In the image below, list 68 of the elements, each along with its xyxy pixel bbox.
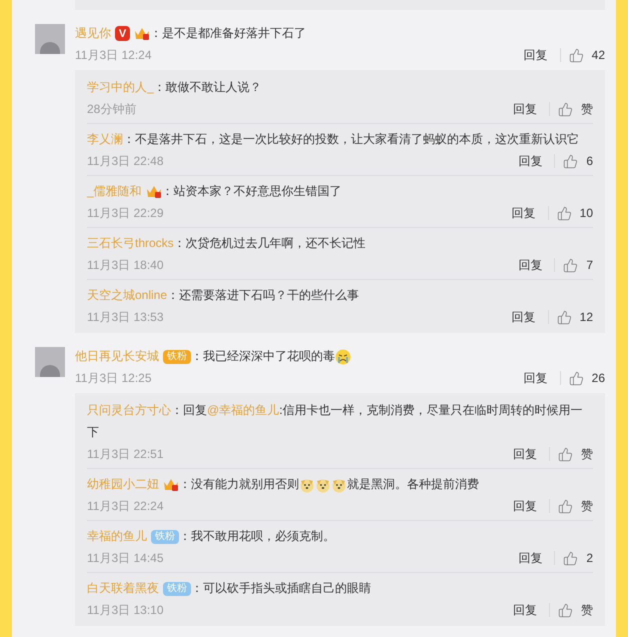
like-button[interactable]: 7 bbox=[563, 256, 593, 274]
crying-emoji-icon bbox=[335, 348, 351, 365]
comment-text: 遇见你 V ：是不是都准备好落井下石了 bbox=[75, 25, 307, 44]
like-button[interactable]: 26 bbox=[568, 369, 605, 387]
thumbs-up-icon bbox=[558, 602, 573, 618]
dog-emoji-icon bbox=[331, 476, 347, 493]
thumbs-up-icon bbox=[558, 446, 573, 462]
crown-icon bbox=[163, 477, 179, 492]
timestamp: 11月3日 14:45 bbox=[87, 550, 164, 567]
comment-text: 幼稚园小二妞 ：没有能力就别用否则 就是黑洞。各种提前消费 bbox=[87, 476, 480, 495]
reply-button[interactable]: 回复 bbox=[509, 497, 541, 515]
timestamp: 11月3日 22:29 bbox=[87, 205, 164, 222]
fan-badge: 铁粉 bbox=[163, 350, 191, 364]
timestamp: 11月3日 12:25 bbox=[75, 370, 152, 387]
reply-button[interactable]: 回复 bbox=[508, 308, 540, 326]
thumbs-up-icon bbox=[568, 48, 584, 62]
comment-text: 学习中的人_：敢做不敢让人说？ bbox=[87, 79, 263, 96]
timestamp: 11月3日 22:51 bbox=[87, 446, 164, 463]
crown-icon bbox=[134, 26, 150, 42]
thumbs-up-icon bbox=[556, 310, 572, 324]
verified-badge: V bbox=[115, 26, 130, 42]
timestamp: 11月3日 22:24 bbox=[87, 498, 164, 515]
timestamp: 11月3日 13:10 bbox=[87, 602, 164, 619]
reply-button[interactable]: 回复 bbox=[514, 256, 546, 274]
thumbs-up-icon bbox=[563, 258, 578, 272]
like-button[interactable]: 12 bbox=[556, 308, 593, 326]
comment-text: 只问灵台方寸心：回复@幸福的鱼儿:信用卡也一样，克制消费，尽量只在临时周转的时候用一下 bbox=[87, 402, 584, 441]
thumbs-up-icon bbox=[563, 154, 578, 168]
reply-button[interactable]: 回复 bbox=[509, 100, 541, 118]
timestamp: 11月3日 12:24 bbox=[75, 47, 152, 64]
user-avatar bbox=[35, 347, 65, 377]
timestamp: 28分钟前 bbox=[87, 101, 136, 118]
thumbs-up-icon bbox=[568, 370, 584, 386]
dog-emoji-icon bbox=[299, 476, 315, 493]
timestamp: 11月3日 13:53 bbox=[87, 309, 164, 326]
comment-text: 三石长弓throcks：次贷危机过去几年啊，还不长记性 bbox=[87, 235, 367, 252]
like-button[interactable]: 赞 bbox=[558, 445, 593, 463]
user-avatar bbox=[35, 24, 65, 54]
crown-icon bbox=[146, 184, 162, 200]
thumbs-up-icon bbox=[558, 102, 573, 116]
reply-button[interactable]: 回复 bbox=[520, 369, 552, 387]
timestamp: 11月3日 18:40 bbox=[87, 257, 164, 274]
like-button[interactable]: 10 bbox=[556, 204, 593, 222]
dog-emoji-icon bbox=[315, 476, 331, 493]
like-button[interactable]: 赞 bbox=[558, 100, 593, 118]
thumbs-up-icon bbox=[556, 206, 572, 220]
reply-button[interactable]: 回复 bbox=[514, 549, 546, 567]
like-button[interactable]: 赞 bbox=[558, 601, 593, 619]
comment-text: 他日再见长安城 铁粉 ：我已经深深中了花呗的毒 bbox=[75, 345, 605, 367]
reply-button[interactable]: 回复 bbox=[508, 204, 540, 222]
timestamp: 11月3日 22:48 bbox=[87, 153, 164, 170]
like-button[interactable]: 6 bbox=[563, 152, 593, 170]
comment-text: 李乂澜：不是落井下石，这是一次比较好的投数，让大家看清了蚂蚁的本质，这次重新认识它 bbox=[87, 131, 580, 148]
like-button[interactable]: 42 bbox=[568, 46, 605, 64]
comment-text: 幸福的鱼儿 铁粉 ：我不敢用花呗，必须克制。 bbox=[87, 528, 336, 546]
reply-button[interactable]: 回复 bbox=[509, 601, 541, 619]
comment-text: 白天联着黑夜 铁粉 ：可以砍手指头或插瞎自己的眼睛 bbox=[87, 580, 372, 598]
thumbs-up-icon bbox=[558, 498, 573, 514]
like-button[interactable]: 2 bbox=[563, 549, 593, 567]
like-button[interactable]: 赞 bbox=[558, 497, 593, 515]
reply-button[interactable]: 回复 bbox=[514, 152, 546, 170]
fan-badge: 铁粉 bbox=[163, 582, 191, 596]
thumbs-up-icon bbox=[563, 550, 578, 566]
comment-text: 天空之城online：还需要落进下石吗？干的些什么事 bbox=[87, 287, 360, 304]
comment-text: _儒雅随和 ：站资本家？不好意思你生错国了 bbox=[87, 183, 343, 202]
reply-button[interactable]: 回复 bbox=[509, 445, 541, 463]
reply-button[interactable]: 回复 bbox=[520, 46, 552, 64]
fan-badge: 铁粉 bbox=[151, 530, 179, 544]
